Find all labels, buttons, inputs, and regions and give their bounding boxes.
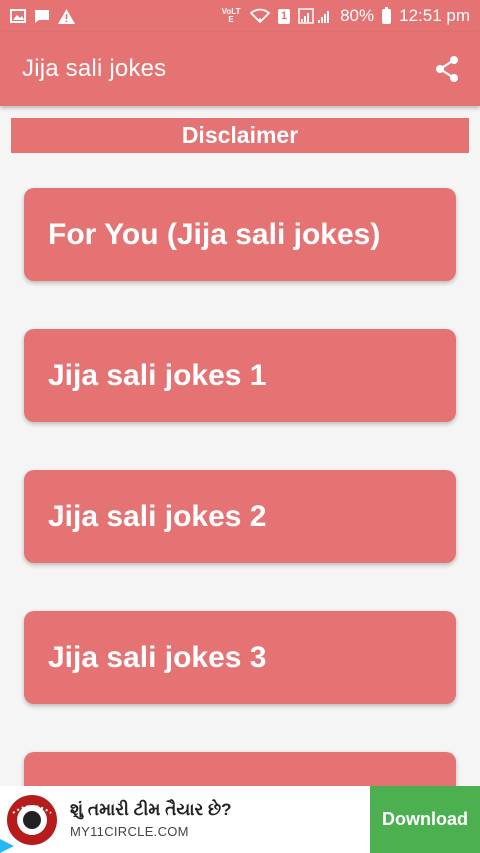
menu-item-label: Jija sali jokes 2 [48, 499, 267, 533]
menu-item-jokes-3[interactable]: Jija sali jokes 3 [24, 611, 456, 704]
menu-item-label: Jija sali jokes 3 [48, 640, 267, 674]
ad-headline: શું તમારી ટીમ તૈયાર છે? [70, 800, 232, 819]
menu-list: For You (Jija sali jokes) Jija sali joke… [0, 0, 480, 853]
ad-url: MY11CIRCLE.COM [70, 824, 189, 839]
menu-item-jokes-2[interactable]: Jija sali jokes 2 [24, 470, 456, 563]
ad-banner[interactable]: શું તમારી ટીમ તૈયાર છે? MY11CIRCLE.COM D… [0, 786, 480, 853]
menu-item-label: For You (Jija sali jokes) [48, 217, 381, 251]
menu-item-for-you[interactable]: For You (Jija sali jokes) [24, 188, 456, 281]
menu-item-label: Jija sali jokes 1 [48, 358, 267, 392]
ad-download-button[interactable]: Download [370, 786, 480, 853]
menu-item-jokes-1[interactable]: Jija sali jokes 1 [24, 329, 456, 422]
ad-choices-icon[interactable] [0, 839, 14, 853]
ad-download-label: Download [382, 809, 468, 829]
screen: VoLTE 1 80% 12:51 pm Jija sali jokes Dis… [0, 0, 480, 853]
ad-text: શું તમારી ટીમ તૈયાર છે? MY11CIRCLE.COM [64, 786, 370, 853]
